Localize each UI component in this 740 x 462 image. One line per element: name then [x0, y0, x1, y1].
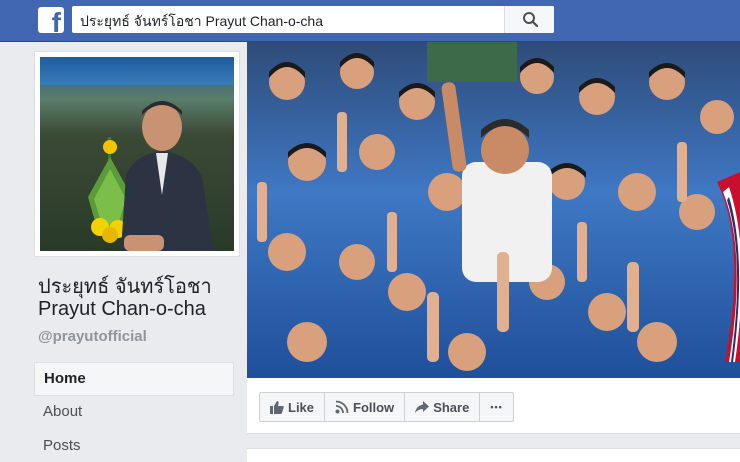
page-action-bar: Like Follow Share •••: [247, 378, 740, 434]
facebook-logo-letter: f: [51, 7, 61, 34]
top-nav-bar: f ประยุทธ์ จันทร์โอชา Prayut Chan-o-cha: [0, 0, 740, 42]
cover-photo[interactable]: [247, 42, 740, 378]
like-label: Like: [288, 399, 315, 415]
page-name-english: Prayut Chan-o-cha: [38, 298, 206, 320]
search-input[interactable]: ประยุทธ์ จันทร์โอชา Prayut Chan-o-cha: [80, 11, 323, 33]
page-handle[interactable]: @prayutofficial: [38, 328, 147, 345]
nav-item-posts[interactable]: Posts: [34, 430, 234, 462]
person-in-suit-graphic: [120, 101, 214, 251]
like-button[interactable]: Like: [260, 393, 326, 421]
share-label: Share: [433, 399, 470, 415]
more-options-button[interactable]: •••: [480, 393, 512, 421]
page-nav: Home About Posts: [34, 362, 234, 462]
timeline-card-edge: [247, 448, 740, 462]
rss-icon: [335, 400, 349, 414]
cover-photo-image: [247, 42, 740, 378]
search-button[interactable]: [504, 6, 554, 33]
photo-canopy: [40, 57, 234, 85]
facebook-logo-icon[interactable]: f: [38, 7, 64, 33]
search-icon: [523, 12, 539, 28]
more-icon: •••: [490, 402, 503, 412]
thumbs-up-icon: [270, 401, 284, 414]
follow-label: Follow: [353, 399, 395, 415]
profile-photo: [40, 57, 234, 251]
search-bar[interactable]: ประยุทธ์ จันทร์โอชา Prayut Chan-o-cha: [72, 6, 554, 33]
follow-button[interactable]: Follow: [325, 393, 406, 421]
nav-item-about[interactable]: About: [34, 396, 234, 430]
profile-picture[interactable]: [34, 51, 240, 257]
nav-item-home[interactable]: Home: [34, 362, 234, 396]
share-arrow-icon: [415, 401, 430, 413]
action-button-group: Like Follow Share •••: [259, 392, 514, 422]
share-button[interactable]: Share: [405, 393, 481, 421]
